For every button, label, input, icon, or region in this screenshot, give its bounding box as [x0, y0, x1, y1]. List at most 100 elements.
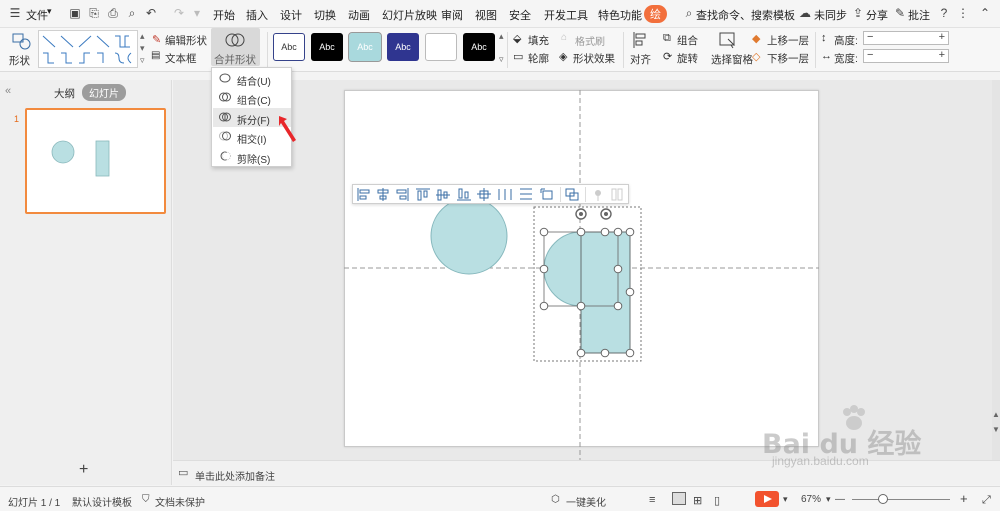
tab-transition[interactable]: 切换 — [314, 7, 336, 23]
preview-icon[interactable]: ⌕ — [125, 6, 139, 20]
distribute-vertical-icon[interactable] — [519, 188, 533, 201]
redo-icon[interactable]: ↷ — [172, 6, 186, 20]
height-field[interactable]: − + — [863, 31, 949, 45]
edit-shape-button[interactable]: 编辑形状 — [165, 33, 207, 48]
outline-button[interactable]: 轮廓 — [528, 51, 549, 66]
undo-icon[interactable]: ↶ — [144, 6, 158, 20]
normal-view-icon[interactable] — [672, 492, 686, 505]
gallery-scroll-up-icon[interactable]: ▴ — [140, 31, 145, 42]
align-middle-icon[interactable] — [436, 188, 450, 201]
fit-window-icon[interactable]: ⤢ — [982, 494, 991, 507]
height-increase-button[interactable]: + — [939, 31, 945, 43]
gallery-expand-icon[interactable]: ▿ — [140, 55, 145, 66]
gallery-scroll-down-icon[interactable]: ▾ — [140, 43, 145, 54]
style-sample-5[interactable] — [425, 33, 457, 61]
tab-animation[interactable]: 动画 — [348, 7, 370, 23]
shape-gallery[interactable] — [38, 30, 138, 68]
half-circle-shape[interactable] — [543, 231, 582, 307]
shape-button[interactable]: 形状 — [9, 53, 30, 68]
play-icon[interactable] — [755, 491, 779, 507]
style-scroll-up-icon[interactable]: ▴ — [499, 31, 504, 42]
align-top-icon[interactable] — [416, 188, 430, 201]
align-bottom-icon[interactable] — [457, 188, 471, 201]
print-icon[interactable]: ⎙ — [106, 6, 120, 20]
zoom-in-button[interactable]: + — [960, 491, 968, 506]
style-sample-6[interactable]: Abc — [463, 33, 495, 61]
menu-item-combine[interactable]: 组合(C) — [213, 88, 291, 107]
equal-spacing-icon[interactable] — [610, 188, 624, 201]
style-expand-icon[interactable]: ▿ — [499, 54, 504, 65]
notes-toggle-icon[interactable]: ≡ — [649, 494, 655, 506]
zoom-slider-thumb[interactable] — [878, 494, 888, 504]
tab-developer[interactable]: 开发工具 — [544, 7, 588, 23]
bring-forward-button[interactable]: 上移一层 — [767, 33, 809, 48]
style-sample-2[interactable]: Abc — [311, 33, 343, 61]
help-icon[interactable]: ? — [937, 6, 951, 20]
rectangle-shape[interactable] — [580, 231, 631, 354]
align-left-icon[interactable] — [357, 188, 371, 201]
share-button[interactable]: 分享 — [866, 7, 888, 23]
design-template[interactable]: 默认设计模板 — [72, 494, 132, 509]
shape-effect-button[interactable]: 形状效果 — [573, 51, 615, 66]
tab-slideshow[interactable]: 幻灯片放映 — [382, 7, 437, 23]
circle-shape[interactable] — [430, 197, 508, 275]
tab-design[interactable]: 设计 — [280, 7, 302, 23]
chevron-down-icon[interactable]: ▾ — [826, 494, 831, 505]
beautify-button[interactable]: 一键美化 — [566, 494, 606, 509]
style-sample-4[interactable]: Abc — [387, 33, 419, 61]
tab-slides[interactable]: 幻灯片 — [82, 84, 126, 101]
tab-special[interactable]: 特色功能 — [598, 7, 642, 23]
rotate-handle-icon[interactable] — [575, 208, 587, 220]
distribute-horizontal-icon[interactable] — [498, 188, 512, 201]
width-increase-button[interactable]: + — [939, 49, 945, 61]
menu-item-union[interactable]: 结合(U) — [213, 69, 291, 88]
reading-view-icon[interactable]: ▯ — [714, 494, 720, 507]
chevron-down-icon[interactable]: ▾ — [47, 6, 52, 17]
export-icon[interactable]: ⎘ — [87, 6, 101, 20]
rotate-button[interactable]: 旋转 — [677, 51, 698, 66]
zoom-out-button[interactable]: — — [835, 494, 845, 505]
sorter-view-icon[interactable]: ⊞ — [693, 494, 702, 507]
group-button[interactable]: 组合 — [677, 33, 698, 48]
add-slide-button[interactable]: + — [79, 461, 88, 479]
style-sample-1[interactable]: Abc — [273, 33, 305, 61]
sync-status[interactable]: 未同步 — [814, 7, 847, 23]
shape-icon[interactable] — [12, 33, 32, 51]
send-backward-button[interactable]: 下移一层 — [767, 51, 809, 66]
align-center-both-icon[interactable] — [477, 188, 491, 201]
menu-item-subtract[interactable]: 剪除(S) — [213, 147, 291, 166]
chevron-down-icon[interactable]: ▾ — [190, 6, 204, 20]
file-menu[interactable]: 文件 — [26, 7, 48, 23]
format-painter-button[interactable]: 格式刷 — [575, 33, 605, 48]
chevron-down-icon[interactable]: ▾ — [783, 494, 788, 505]
next-slide-icon[interactable]: ▼ — [992, 425, 1000, 434]
text-box-button[interactable]: 文本框 — [165, 51, 197, 66]
protection-status[interactable]: 文档未保护 — [155, 494, 205, 509]
align-button[interactable]: 对齐 — [630, 52, 651, 67]
width-decrease-button[interactable]: − — [867, 49, 873, 61]
selection-pane-button[interactable]: 选择窗格 — [711, 52, 753, 67]
height-decrease-button[interactable]: − — [867, 31, 873, 43]
tab-insert[interactable]: 插入 — [246, 7, 268, 23]
style-sample-3[interactable]: Abc — [348, 32, 382, 62]
tab-security[interactable]: 安全 — [509, 7, 531, 23]
fill-button[interactable]: 填充 — [528, 33, 549, 48]
prev-slide-icon[interactable]: ▲ — [992, 410, 1000, 419]
save-icon[interactable]: ▣ — [68, 6, 82, 20]
pin-icon[interactable] — [591, 188, 605, 201]
width-field[interactable]: − + — [863, 49, 949, 63]
comment-button[interactable]: 批注 — [908, 7, 930, 23]
tab-home[interactable]: 开始 — [213, 7, 235, 23]
command-search[interactable]: 查找命令、搜索模板 — [696, 7, 795, 23]
tab-outline[interactable]: 大纲 — [54, 86, 75, 101]
align-center-icon[interactable] — [376, 188, 390, 201]
merge-shape-button[interactable]: 合并形状 — [211, 28, 260, 66]
zoom-level[interactable]: 67% — [801, 494, 821, 505]
more-icon[interactable]: ⋮ — [956, 6, 970, 20]
group-objects-icon[interactable] — [565, 188, 579, 201]
collapse-panel-icon[interactable]: « — [5, 85, 11, 97]
zoom-slider[interactable] — [852, 499, 950, 500]
collapse-ribbon-icon[interactable]: ⌃ — [978, 6, 992, 20]
tab-review[interactable]: 审阅 — [441, 7, 463, 23]
tab-drawing-tools[interactable]: 绘 — [644, 5, 667, 23]
